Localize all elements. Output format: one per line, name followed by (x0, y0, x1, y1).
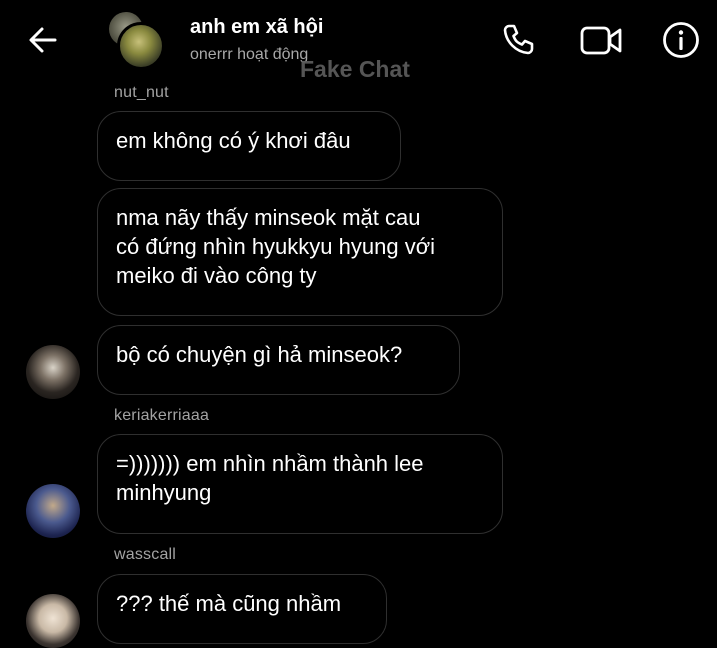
group-avatar[interactable] (107, 12, 165, 70)
message-bubble[interactable]: bộ có chuyện gì hả minseok? (97, 325, 460, 395)
message-text-line: =))))))) em nhìn nhầm thành lee (116, 451, 424, 476)
message-text-line: nma nãy thấy minseok mặt cau (116, 205, 421, 230)
watermark: Fake Chat (300, 56, 410, 82)
info-icon (663, 22, 699, 58)
message-text-line: bộ có chuyện gì hả minseok? (116, 342, 403, 367)
back-button[interactable] (27, 24, 59, 56)
active-status: onerrr hoạt động (190, 46, 309, 63)
info-button[interactable] (661, 20, 701, 60)
message-sender: nut_nut (114, 84, 169, 101)
group-avatar-front (117, 22, 165, 70)
message-text-line: minhyung (116, 480, 212, 505)
arrow-left-icon (29, 27, 57, 53)
sender-avatar[interactable] (26, 484, 80, 538)
phone-icon (503, 24, 534, 55)
message-bubble[interactable]: em không có ý khơi đâu (97, 111, 401, 181)
video-call-button[interactable] (579, 20, 622, 60)
chat-title[interactable]: anh em xã hội (190, 16, 323, 39)
sender-avatar[interactable] (26, 594, 80, 648)
video-camera-icon (580, 26, 622, 55)
call-button[interactable] (498, 20, 538, 60)
message-text-line: meiko đi vào công ty (116, 263, 317, 288)
message-bubble[interactable]: nma nãy thấy minseok mặt cau có đứng nhì… (97, 188, 503, 316)
sender-avatar[interactable] (26, 345, 80, 399)
message-sender: wasscall (114, 546, 177, 563)
message-text-line: có đứng nhìn hyukkyu hyung với (116, 234, 436, 259)
message-text-line: em không có ý khơi đâu (116, 128, 351, 153)
message-sender: keriakerriaaa (114, 407, 210, 424)
message-bubble[interactable]: =))))))) em nhìn nhầm thành lee minhyung (97, 434, 503, 534)
message-text-line: ??? thế mà cũng nhầm (116, 591, 342, 616)
message-bubble[interactable]: ??? thế mà cũng nhầm (97, 574, 387, 644)
